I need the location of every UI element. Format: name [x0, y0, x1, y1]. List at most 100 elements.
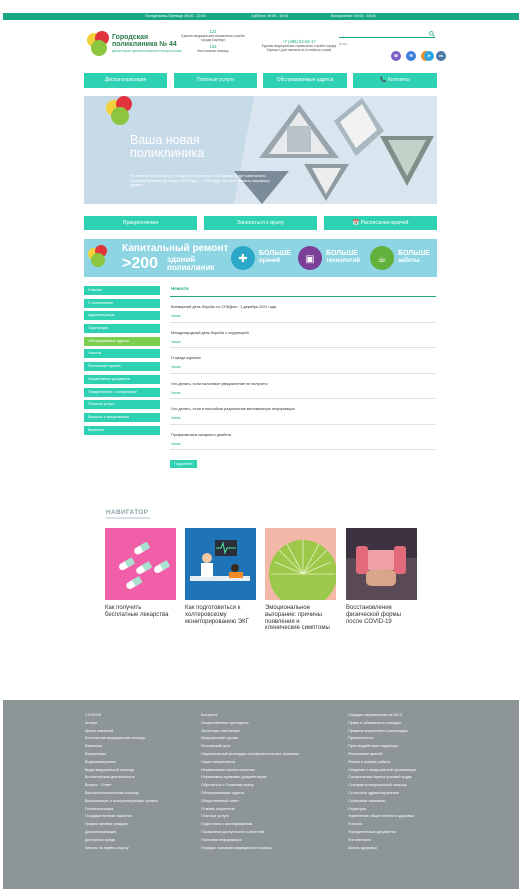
sidebar-item-administration[interactable]: Администрация	[84, 311, 160, 321]
news-title[interactable]: Всемирный день борьбы со СПИДом - 1 дека…	[171, 305, 276, 309]
navigator-card[interactable]: Эмоциональное выгорание: причины появлен…	[265, 528, 336, 632]
footer-link[interactable]: Контакты	[201, 712, 299, 720]
footer-link[interactable]: Школа здоровья	[348, 845, 416, 853]
sidebar-item-vacancies[interactable]: Вакансии	[84, 425, 160, 435]
hero-slider[interactable]: Ваша новая поликлиника По новому московс…	[84, 96, 437, 204]
sidebar-item-schedule[interactable]: Расписание врачей	[84, 362, 160, 372]
clinic-name[interactable]: Городская поликлиника № 44	[112, 34, 182, 48]
card-image-ecg[interactable]	[185, 528, 256, 600]
footer-link[interactable]: Вакцинация	[85, 751, 158, 759]
more-news-button[interactable]: Подробнее	[170, 460, 197, 468]
footer-link[interactable]: Лекарственные препараты	[201, 720, 299, 728]
read-more-link[interactable]: Читать	[171, 416, 181, 420]
navigator-card[interactable]: Восстановление физической формы после CO…	[346, 528, 417, 625]
footer-link[interactable]: Противодействие коррупции	[348, 743, 416, 751]
search-icon[interactable]	[429, 31, 435, 37]
sidebar-item-substations[interactable]: Подстанции	[84, 324, 160, 334]
footer-link[interactable]: Полезная информация	[201, 837, 299, 845]
card-image-dumbbell[interactable]	[346, 528, 417, 600]
book-doctor-button[interactable]: Записаться к врачу	[204, 216, 317, 230]
footer-link[interactable]: Подготовка к исследованиям	[201, 821, 299, 829]
sidebar-item-served-addresses[interactable]: Обслуживаемые адреса	[84, 336, 160, 346]
footer-link[interactable]: Национальный календарь профилактических …	[201, 751, 299, 759]
sidebar-item-paid-services[interactable]: Платные услуги	[84, 400, 160, 410]
footer-link[interactable]: Запись на приём к врачу	[85, 845, 158, 853]
card-image-cactus[interactable]	[265, 528, 336, 600]
search-input[interactable]	[339, 41, 423, 47]
capital-repair-banner[interactable]: ✚ ▣ ☕ Капитальный ремонт >200 зданий пол…	[84, 239, 437, 277]
footer-link[interactable]: Фотогалерея	[348, 837, 416, 845]
footer-link[interactable]: Бесплатная медицинская помощь	[85, 735, 158, 743]
footer-link[interactable]: Права и обязанности граждан	[348, 720, 416, 728]
nav-served-addresses[interactable]: Обслуживаемые адреса	[263, 73, 347, 88]
footer-link[interactable]: COVID19	[85, 712, 158, 720]
footer-link[interactable]: Видеоматериалы	[85, 759, 158, 767]
footer-link[interactable]: Московский крос	[201, 743, 299, 751]
nav-contacts[interactable]: 📞 Контакты	[353, 73, 437, 88]
footer-link[interactable]: Архив новостей	[85, 728, 158, 736]
footer-link[interactable]: Отзывы пациентов	[201, 806, 299, 814]
navigator-logo[interactable]: НАВИГАТОР	[106, 509, 148, 516]
footer-link[interactable]: Обслуживаемые адреса	[201, 790, 299, 798]
footer-link[interactable]: Режим и график работы	[348, 759, 416, 767]
footer-link[interactable]: Диспансеризация	[85, 829, 158, 837]
doctor-schedule-button[interactable]: 📅 Расписание врачей	[324, 216, 437, 230]
footer-link[interactable]: Порядок направления на МСЭ	[348, 712, 416, 720]
read-more-link[interactable]: Читать	[171, 314, 181, 318]
footer-link[interactable]: Стандарты медицинской помощи	[348, 782, 416, 790]
footer-link[interactable]: Структура	[348, 806, 416, 814]
footer-link[interactable]: Общественный совет	[201, 798, 299, 806]
read-more-link[interactable]: Читать	[171, 391, 181, 395]
footer-link[interactable]: Наши специалисты	[201, 759, 299, 767]
news-title[interactable]: Что делать, если в ниссойски разрешения …	[171, 407, 295, 411]
navigator-card[interactable]: Как подготовиться к холтеровскому монито…	[185, 528, 256, 625]
news-title[interactable]: Профилактика сахарного диабета	[171, 433, 231, 437]
footer-link[interactable]: Государственная гарантия	[85, 813, 158, 821]
footer-link[interactable]: Специальная оценка условий труда	[348, 774, 416, 782]
telegram-icon[interactable]: ➤	[424, 51, 434, 61]
footer-link[interactable]: Показатели доступности и качества	[201, 829, 299, 837]
card-caption[interactable]: Эмоциональное выгорание: причины появлен…	[265, 605, 336, 632]
nav-dispensarization[interactable]: Диспансеризация	[84, 73, 167, 88]
viber-icon[interactable]: ☏	[391, 51, 401, 61]
footer-link[interactable]: Расписание врачей	[348, 751, 416, 759]
footer-link[interactable]: Волонтерская деятельность	[85, 774, 158, 782]
footer-link[interactable]: Участки	[348, 821, 416, 829]
card-caption[interactable]: Восстановление физической формы после CO…	[346, 605, 417, 625]
read-more-link[interactable]: Читать	[171, 442, 181, 446]
footer-link[interactable]: График приёма граждан	[85, 821, 158, 829]
news-title[interactable]: Международный день борьбы с коррупцией	[171, 331, 249, 335]
card-caption[interactable]: Как получить бесплатные лекарства	[105, 605, 176, 619]
footer-link[interactable]: Сведения о медицинской организации	[348, 767, 416, 775]
footer-link[interactable]: Учредительные документы	[348, 829, 416, 837]
footer-link[interactable]: Платные услуги	[201, 813, 299, 821]
email-icon[interactable]: ✉	[406, 51, 416, 61]
navigator-card[interactable]: Как получить бесплатные лекарства	[105, 528, 176, 619]
vk-icon[interactable]: vk	[436, 51, 446, 61]
footer-link[interactable]: Столичное здравоохранение	[348, 790, 416, 798]
footer-link[interactable]: Порядок оказания медицинской помощи	[201, 845, 299, 853]
footer-link[interactable]: Выясняющие и консультирующие органы	[85, 798, 158, 806]
read-more-link[interactable]: Читать	[171, 365, 181, 369]
sidebar-item-questions[interactable]: Вопросы и предложения	[84, 412, 160, 422]
attach-button[interactable]: Прикрепление	[84, 216, 197, 230]
footer-link[interactable]: Нормативно-правовая документация	[201, 774, 299, 782]
footer-link[interactable]: Вопрос - Ответ	[85, 782, 158, 790]
footer-link[interactable]: Виды медицинской помощи	[85, 767, 158, 775]
card-image-pills[interactable]	[105, 528, 176, 600]
card-caption[interactable]: Как подготовиться к холтеровскому монито…	[185, 605, 256, 625]
read-more-link[interactable]: Читать	[171, 340, 181, 344]
footer-link[interactable]: Доступная среда	[85, 837, 158, 845]
footer-link[interactable]: Медицинский туризм	[201, 735, 299, 743]
footer-link[interactable]: Правила внутреннего распорядка	[348, 728, 416, 736]
sidebar-item-home[interactable]: Главная	[84, 286, 160, 295]
sidebar-item-districts[interactable]: Участки	[84, 349, 160, 359]
sidebar-item-attachment[interactable]: Прикрепление к поликлинике	[84, 387, 160, 397]
nav-paid-services[interactable]: Платные услуги	[174, 73, 257, 88]
news-title[interactable]: Что делать, если налоговое уведомление н…	[171, 382, 268, 386]
footer-link[interactable]: Льготному населению	[201, 728, 299, 736]
footer-link[interactable]: Вакансии	[85, 743, 158, 751]
sidebar-item-about[interactable]: О поликлинике	[84, 298, 160, 308]
footer-link[interactable]: Высокотехнологичная помощь	[85, 790, 158, 798]
footer-link[interactable]: Аптеки	[85, 720, 158, 728]
